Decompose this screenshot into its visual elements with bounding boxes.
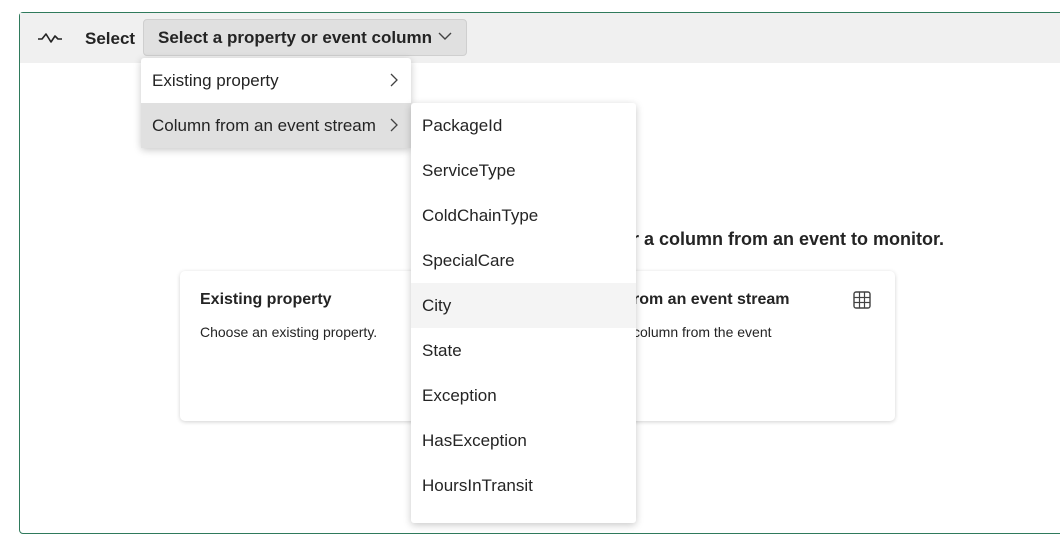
submenu-item[interactable]: HasException: [411, 418, 636, 463]
submenu-item[interactable]: PackageId: [411, 103, 636, 148]
waveform-icon: [38, 33, 62, 43]
menu-item-existing-property[interactable]: Existing property: [141, 58, 411, 103]
event-column-submenu: PackageId ServiceType ColdChainType Spec…: [411, 103, 636, 523]
submenu-item[interactable]: ColdChainType: [411, 193, 636, 238]
chevron-right-icon: [390, 73, 398, 87]
empty-state-heading: r a column from an event to monitor.: [632, 229, 945, 249]
chevron-right-icon: [390, 118, 398, 132]
card-title: Existing property: [200, 291, 332, 308]
menu-item-label: Column from an event stream: [152, 115, 376, 135]
submenu-item[interactable]: ServiceType: [411, 148, 636, 193]
submenu-item[interactable]: SpecialCare: [411, 238, 636, 283]
toolbar: Select Select a property or event column: [20, 13, 1060, 63]
property-dropdown-button[interactable]: Select a property or event column: [143, 19, 467, 56]
table-icon: [853, 291, 871, 309]
submenu-item[interactable]: City: [411, 283, 636, 328]
submenu-item[interactable]: Exception: [411, 373, 636, 418]
card-description: column from the event: [633, 324, 772, 340]
submenu-item[interactable]: State: [411, 328, 636, 373]
source-type-menu: Existing property Column from an event s…: [141, 58, 411, 148]
chevron-down-icon: [438, 32, 452, 40]
select-label: Select: [85, 29, 136, 48]
submenu-item[interactable]: HoursInTransit: [411, 463, 636, 508]
menu-item-event-stream-column[interactable]: Column from an event stream: [141, 103, 411, 148]
menu-item-label: Existing property: [152, 70, 279, 90]
dropdown-label: Select a property or event column: [158, 27, 432, 47]
card-title: rom an event stream: [633, 291, 790, 308]
card-description: Choose an existing property.: [200, 324, 378, 340]
